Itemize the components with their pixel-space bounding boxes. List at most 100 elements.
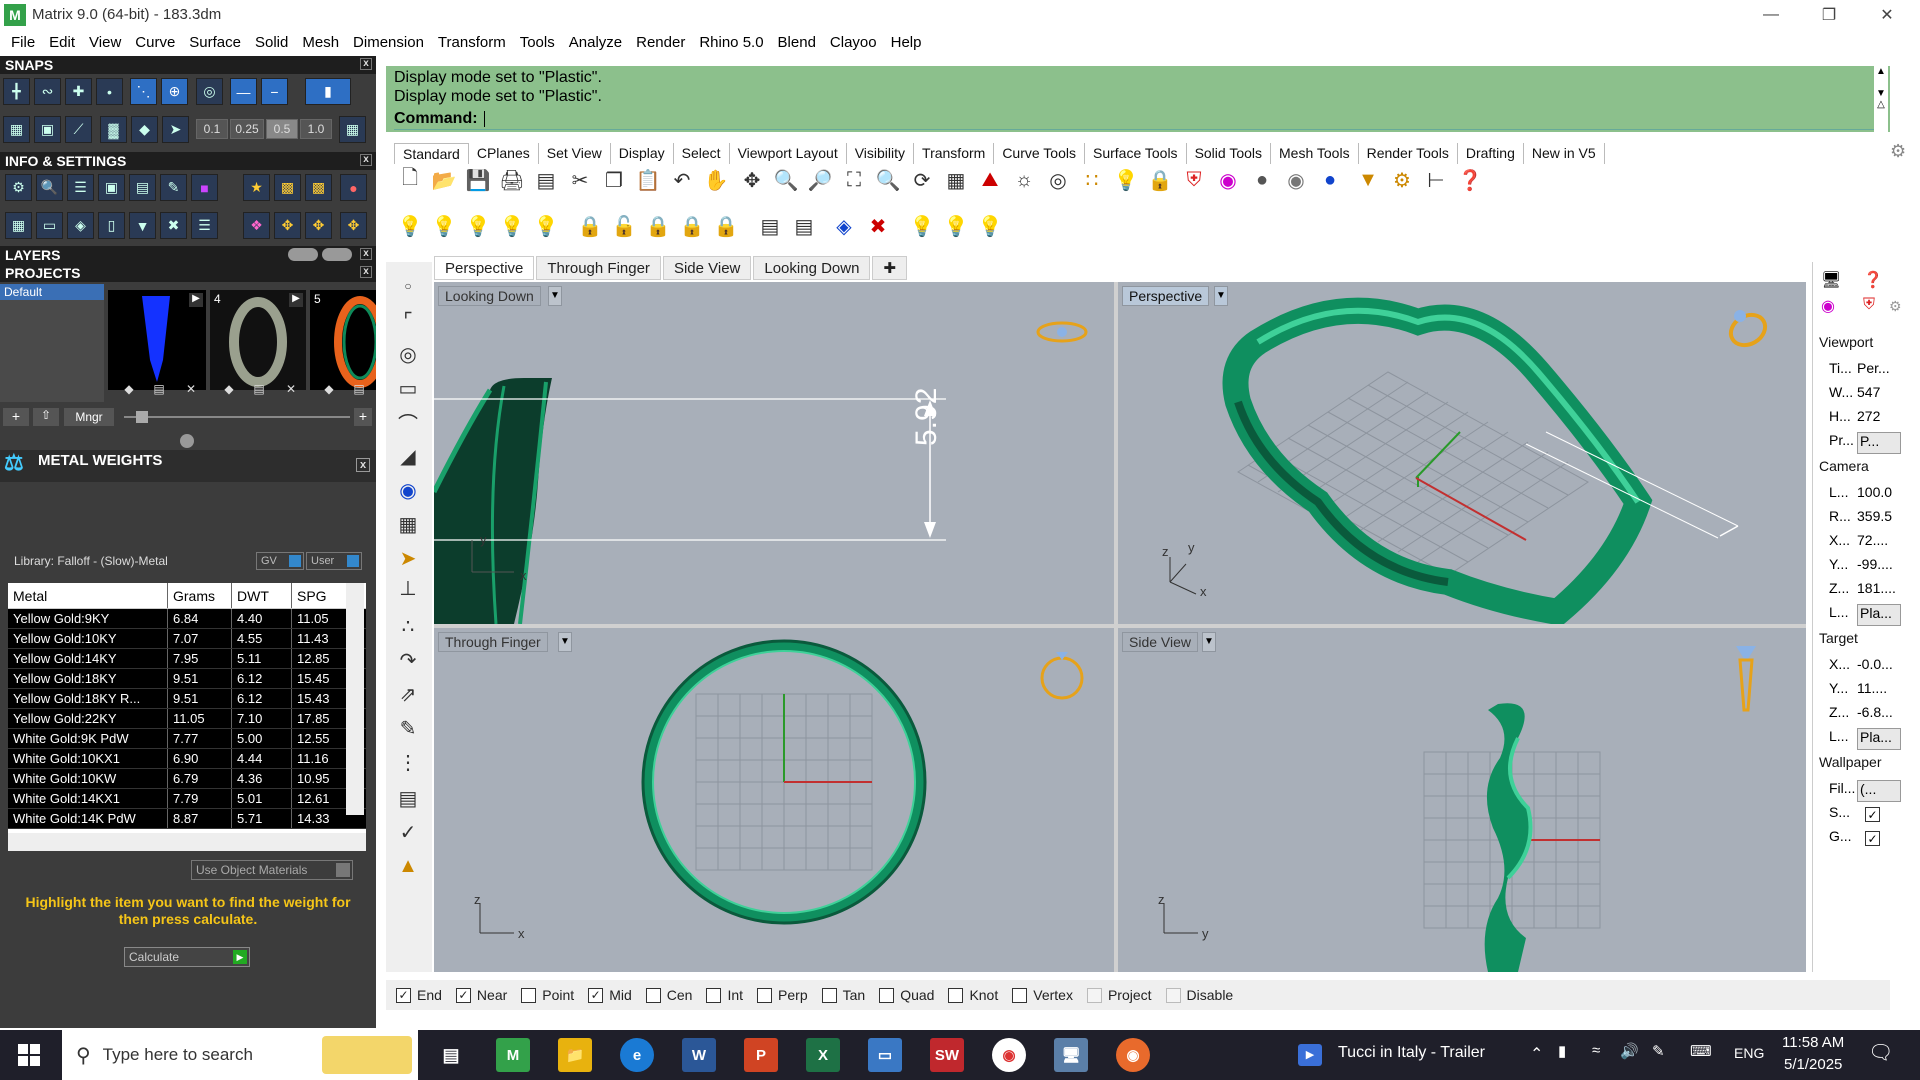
zoom-selected-icon[interactable]: 🔍 xyxy=(874,166,902,194)
pin-icon[interactable]: ◆ xyxy=(120,382,138,396)
osnap-point[interactable]: Point xyxy=(521,987,574,1003)
property-value[interactable]: Pla... xyxy=(1857,728,1901,750)
zoom-icon[interactable]: 🔍 xyxy=(36,174,63,201)
table-row[interactable]: Yellow Gold:18KY 9.51 6.12 15.45 xyxy=(8,669,366,689)
solidworks-icon[interactable]: SW xyxy=(930,1038,964,1072)
osnap-perp[interactable]: Perp xyxy=(757,987,808,1003)
powerpoint-icon[interactable]: P xyxy=(744,1038,778,1072)
col-dwt[interactable]: DWT xyxy=(232,583,292,608)
project-thumb-1[interactable]: ▶ xyxy=(108,290,206,390)
property-value[interactable]: P... xyxy=(1857,432,1901,454)
solid-icon[interactable]: ◉ xyxy=(394,476,422,504)
gv-toggle[interactable]: GV xyxy=(256,552,304,570)
tab-side-view[interactable]: Side View xyxy=(662,256,752,280)
bulb-icon[interactable]: 💡 xyxy=(1112,166,1140,194)
gizmo-icon[interactable]: ✥ xyxy=(274,212,301,239)
project-thumb-3[interactable]: 5 xyxy=(310,290,386,390)
manager-button[interactable]: Mngr xyxy=(64,408,114,426)
lock-icon[interactable]: 🔒 xyxy=(644,212,672,240)
shield-icon[interactable]: ⛨ xyxy=(1180,166,1208,194)
delete-icon[interactable]: ✕ xyxy=(182,382,200,396)
move-points-icon[interactable]: ⇗ xyxy=(394,680,422,708)
property-row[interactable]: L... Pla... xyxy=(1819,604,1903,626)
property-value[interactable]: 547 xyxy=(1857,384,1901,406)
property-row[interactable]: R... 359.5 xyxy=(1819,508,1903,530)
menu-file[interactable]: File xyxy=(4,34,42,51)
task-view-icon[interactable]: ▤ xyxy=(434,1038,468,1072)
zoom-in-icon[interactable]: 🔍 xyxy=(772,166,800,194)
checkbox[interactable] xyxy=(879,987,895,1003)
edit-icon[interactable]: ✎ xyxy=(394,714,422,742)
excel-icon[interactable]: X xyxy=(806,1038,840,1072)
property-row[interactable]: Z... -6.8... xyxy=(1819,704,1903,726)
windows-start-icon[interactable] xyxy=(18,1044,40,1066)
tab-drafting[interactable]: Drafting xyxy=(1458,143,1524,164)
save-icon[interactable]: ▤ xyxy=(150,382,168,396)
close-button[interactable]: ✕ xyxy=(1858,0,1916,29)
osnap-knot[interactable]: Knot xyxy=(948,987,998,1003)
close-icon[interactable]: x xyxy=(360,248,372,260)
property-value[interactable]: 181.... xyxy=(1857,580,1901,602)
slider-handle[interactable] xyxy=(136,411,148,423)
minimize-button[interactable]: — xyxy=(1742,0,1800,29)
project-item-default[interactable]: Default xyxy=(0,284,104,300)
osnap-cen[interactable]: Cen xyxy=(645,987,692,1003)
menu-rhino5[interactable]: Rhino 5.0 xyxy=(692,34,770,51)
property-value[interactable]: -99.... xyxy=(1857,556,1901,578)
grid-icon[interactable]: ▦ xyxy=(5,212,32,239)
file-explorer-icon[interactable]: 📁 xyxy=(558,1038,592,1072)
play-icon[interactable]: ▶ xyxy=(289,293,303,307)
unlock-icon[interactable]: 🔓 xyxy=(610,212,638,240)
remote-desktop-icon[interactable]: ▭ xyxy=(868,1038,902,1072)
snap-gumball-icon[interactable]: ➤ xyxy=(162,116,189,143)
viewport-looking-down[interactable]: 5.92 y x Looking Down ▼ xyxy=(434,282,1114,624)
tab-cplanes[interactable]: CPlanes xyxy=(469,143,539,164)
property-value[interactable]: 72.... xyxy=(1857,532,1901,554)
osnap-disable[interactable]: Disable xyxy=(1165,987,1233,1003)
property-row[interactable]: Pr... P... xyxy=(1819,432,1903,454)
checkbox[interactable]: ✓ xyxy=(588,987,604,1003)
up-arrow-button[interactable]: ⇧ xyxy=(33,408,59,426)
table-vscrollbar[interactable] xyxy=(346,583,364,815)
menu-solid[interactable]: Solid xyxy=(248,34,295,51)
volume-icon[interactable]: 🔊 xyxy=(1620,1042,1639,1060)
gizmo2-icon[interactable]: ✥ xyxy=(305,212,332,239)
user-toggle[interactable]: User xyxy=(306,552,362,570)
analyze-icon[interactable]: ▤ xyxy=(394,784,422,812)
record-icon[interactable]: ● xyxy=(340,174,367,201)
keyboard-icon[interactable]: ⌨ xyxy=(1690,1042,1712,1060)
media-title[interactable]: Tucci in Italy - Trailer xyxy=(1338,1044,1485,1062)
boxes-icon[interactable]: ▣ xyxy=(98,174,125,201)
snap-line-icon[interactable]: ⟋ xyxy=(65,116,92,143)
list-icon[interactable]: ☰ xyxy=(191,212,218,239)
table-row[interactable]: Yellow Gold:14KY 7.95 5.11 12.85 xyxy=(8,649,366,669)
filter-icon[interactable]: ▼ xyxy=(1354,166,1382,194)
osnap-project[interactable]: Project xyxy=(1086,987,1152,1003)
language-indicator[interactable]: ENG xyxy=(1734,1045,1764,1061)
property-value[interactable]: 359.5 xyxy=(1857,508,1901,530)
grid-toggle-icon[interactable]: ▦ xyxy=(339,116,366,143)
calculate-button[interactable]: Calculate ▶ xyxy=(124,947,250,967)
points-icon[interactable]: ∷ xyxy=(1078,166,1106,194)
add-viewport-button[interactable]: ✚ xyxy=(872,256,908,280)
snap-value-10[interactable]: 1.0 xyxy=(300,119,332,139)
curve-icon[interactable]: ⌒ xyxy=(394,408,422,436)
zoom-extents-icon[interactable]: ⛶ xyxy=(840,166,868,194)
close-icon[interactable]: x xyxy=(360,58,372,70)
gem-icon[interactable]: ◈ xyxy=(67,212,94,239)
checkbox[interactable] xyxy=(1012,987,1028,1003)
check-icon[interactable]: ✓ xyxy=(394,818,422,846)
word-icon[interactable]: W xyxy=(682,1038,716,1072)
material-icon[interactable]: ⛨ xyxy=(1863,296,1887,316)
snap-cross-icon[interactable]: ✚ xyxy=(65,78,92,105)
save-icon[interactable]: 💾 xyxy=(464,166,492,194)
menu-edit[interactable]: Edit xyxy=(42,34,82,51)
checkbox[interactable] xyxy=(948,987,964,1003)
property-value[interactable]: (... xyxy=(1857,780,1901,802)
select-box-icon[interactable]: ▤ xyxy=(756,212,784,240)
osnap-vertex[interactable]: Vertex xyxy=(1012,987,1073,1003)
property-value[interactable]: -6.8... xyxy=(1857,704,1901,726)
osnap-int[interactable]: Int xyxy=(706,987,743,1003)
car-icon[interactable]: ⛰ xyxy=(976,166,1004,194)
viewport-title[interactable]: Looking Down xyxy=(438,286,541,306)
